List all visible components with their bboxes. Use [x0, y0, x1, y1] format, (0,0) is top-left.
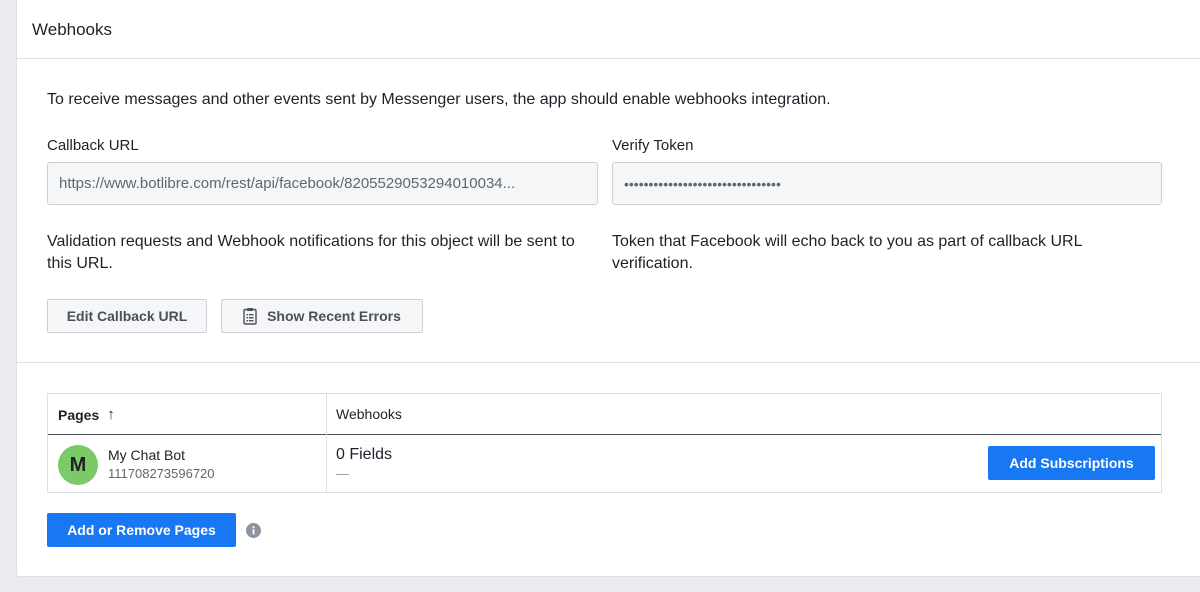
clipboard-icon — [243, 307, 257, 325]
verify-token-label: Verify Token — [612, 137, 694, 154]
panel-header: Webhooks — [17, 0, 1200, 59]
fields-count: 0 Fields — [336, 446, 393, 463]
section-divider — [17, 362, 1200, 363]
callback-url-help: Validation requests and Webhook notifica… — [47, 233, 575, 272]
pages-table: Pages ↑ Webhooks M My Chat Bot 111708273… — [47, 393, 1162, 493]
edit-callback-url-label: Edit Callback URL — [66, 308, 188, 324]
show-recent-errors-button[interactable]: Show Recent Errors — [221, 299, 423, 333]
webhooks-column-header: Webhooks — [336, 406, 402, 422]
arrow-up-icon: ↑ — [107, 406, 115, 423]
webhooks-panel: Webhooks To receive messages and other e… — [16, 0, 1200, 577]
info-icon[interactable] — [246, 523, 261, 538]
callback-url-label: Callback URL — [47, 137, 139, 154]
pages-column-label: Pages — [58, 406, 100, 423]
verify-token-field[interactable]: •••••••••••••••••••••••••••••••• — [612, 162, 1162, 205]
fields-detail: — — [336, 466, 349, 481]
avatar: M — [58, 445, 98, 485]
add-or-remove-pages-label: Add or Remove Pages — [67, 522, 216, 538]
add-or-remove-pages-button[interactable]: Add or Remove Pages — [47, 513, 236, 547]
intro-text: To receive messages and other events sen… — [47, 91, 831, 108]
panel-title: Webhooks — [32, 20, 113, 39]
edit-callback-url-button[interactable]: Edit Callback URL — [47, 299, 207, 333]
callback-url-field[interactable]: https://www.botlibre.com/rest/api/facebo… — [47, 162, 598, 205]
column-separator — [326, 394, 327, 492]
table-header-row: Pages ↑ Webhooks — [48, 394, 1161, 435]
verify-token-help: Token that Facebook will echo back to yo… — [612, 233, 1082, 272]
show-recent-errors-label: Show Recent Errors — [267, 308, 401, 324]
add-subscriptions-button[interactable]: Add Subscriptions — [988, 446, 1155, 480]
add-subscriptions-label: Add Subscriptions — [1009, 455, 1134, 471]
page-id: 111708273596720 — [108, 466, 215, 481]
page-name: My Chat Bot — [108, 447, 186, 463]
pages-column-header[interactable]: Pages ↑ — [58, 406, 115, 423]
